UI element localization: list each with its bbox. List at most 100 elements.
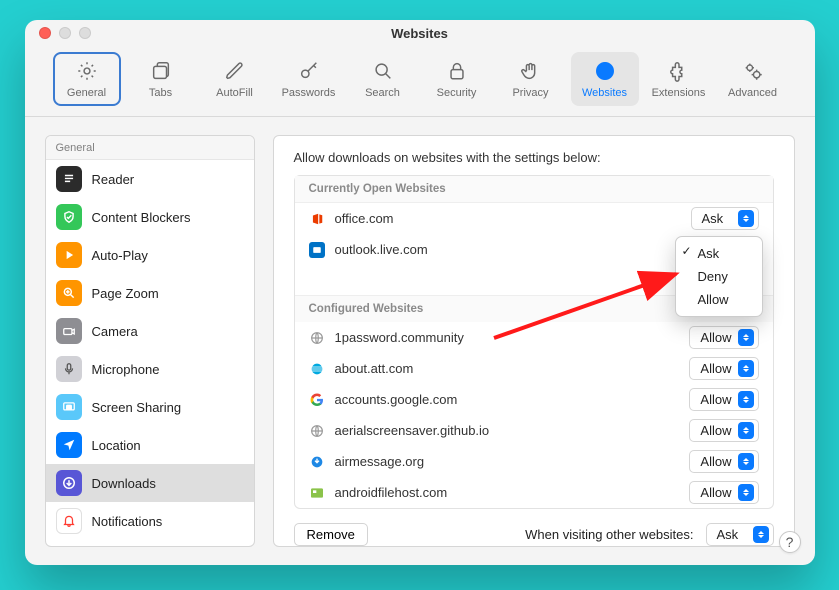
setting-select[interactable]: Ask	[691, 207, 759, 230]
chevrons-icon	[738, 360, 754, 377]
setting-value: Allow	[700, 330, 731, 345]
sidebar-item-reader[interactable]: Reader	[46, 160, 254, 198]
sidebar-item-notifications[interactable]: Notifications	[46, 502, 254, 540]
dropdown-option-ask[interactable]: Ask	[676, 242, 762, 265]
key-icon	[297, 59, 321, 83]
sidebar-item-label: Page Zoom	[92, 286, 159, 301]
help-label: ?	[786, 534, 794, 550]
default-setting-select[interactable]: Ask	[706, 523, 774, 546]
sidebar-item-label: Auto-Play	[92, 248, 148, 263]
setting-select[interactable]: Allow	[689, 388, 758, 411]
att-favicon-icon	[309, 361, 325, 377]
toolbar-label: Search	[365, 87, 400, 99]
setting-value: Allow	[700, 361, 731, 376]
bell-icon	[56, 508, 82, 534]
toolbar-advanced[interactable]: Advanced	[719, 52, 787, 106]
preferences-window: Websites General Tabs AutoFill	[25, 20, 815, 565]
tabs-icon	[149, 59, 173, 83]
main-panel: Allow downloads on websites with the set…	[273, 135, 795, 547]
website-row[interactable]: androidfilehost.com Allow	[295, 477, 773, 508]
sidebar-item-screen-sharing[interactable]: Screen Sharing	[46, 388, 254, 426]
website-domain: aerialscreensaver.github.io	[335, 423, 490, 438]
location-icon	[56, 432, 82, 458]
sidebar-item-location[interactable]: Location	[46, 426, 254, 464]
sidebar-item-label: Content Blockers	[92, 210, 191, 225]
website-row[interactable]: about.att.com Allow	[295, 353, 773, 384]
sidebar-item-downloads[interactable]: Downloads	[46, 464, 254, 502]
airmessage-favicon-icon	[309, 454, 325, 470]
sidebar-item-camera[interactable]: Camera	[46, 312, 254, 350]
gears-icon	[741, 59, 765, 83]
afh-favicon-icon	[309, 485, 325, 501]
toolbar-tabs[interactable]: Tabs	[127, 52, 195, 106]
setting-select[interactable]: Allow	[689, 357, 758, 380]
toolbar-extensions[interactable]: Extensions	[645, 52, 713, 106]
setting-select[interactable]: Allow	[689, 450, 758, 473]
footer-label: When visiting other websites:	[525, 527, 693, 542]
toolbar-autofill[interactable]: AutoFill	[201, 52, 269, 106]
sidebar-item-page-zoom[interactable]: Page Zoom	[46, 274, 254, 312]
setting-select[interactable]: Allow	[689, 481, 758, 504]
toolbar-search[interactable]: Search	[349, 52, 417, 106]
website-row[interactable]: aerialscreensaver.github.io Allow	[295, 415, 773, 446]
setting-select[interactable]: Allow	[689, 326, 758, 349]
generic-favicon-icon	[309, 423, 325, 439]
toolbar-label: Extensions	[652, 87, 706, 99]
toolbar-passwords[interactable]: Passwords	[275, 52, 343, 106]
website-row[interactable]: airmessage.org Allow	[295, 446, 773, 477]
outlook-favicon-icon	[309, 242, 325, 258]
toolbar-label: Tabs	[149, 87, 172, 99]
toolbar-security[interactable]: Security	[423, 52, 491, 106]
dropdown-option-allow[interactable]: Allow	[676, 288, 762, 311]
preferences-toolbar: General Tabs AutoFill Passwords	[25, 46, 815, 117]
pencil-icon	[223, 59, 247, 83]
search-icon	[371, 59, 395, 83]
footer-controls: Remove When visiting other websites: Ask	[294, 523, 774, 546]
setting-value: Ask	[702, 211, 724, 226]
generic-favicon-icon	[309, 330, 325, 346]
chevrons-icon	[738, 210, 754, 227]
setting-value: Allow	[700, 392, 731, 407]
sidebar-item-label: Camera	[92, 324, 138, 339]
website-row[interactable]: accounts.google.com Allow	[295, 384, 773, 415]
website-domain: androidfilehost.com	[335, 485, 448, 500]
setting-select[interactable]: Allow	[689, 419, 758, 442]
zoom-icon	[56, 280, 82, 306]
chevrons-icon	[738, 453, 754, 470]
open-websites-heading: Currently Open Websites	[295, 176, 773, 203]
website-row[interactable]: 1password.community Allow	[295, 322, 773, 353]
sidebar-heading: General	[46, 136, 254, 160]
toolbar-websites[interactable]: Websites	[571, 52, 639, 106]
google-favicon-icon	[309, 392, 325, 408]
setting-value: Allow	[700, 423, 731, 438]
microphone-icon	[56, 356, 82, 382]
website-row[interactable]: office.com Ask	[295, 203, 773, 234]
sidebar-item-label: Screen Sharing	[92, 400, 182, 415]
remove-button[interactable]: Remove	[294, 523, 368, 546]
website-domain: 1password.community	[335, 330, 464, 345]
dropdown-option-deny[interactable]: Deny	[676, 265, 762, 288]
lock-icon	[445, 59, 469, 83]
sidebar-item-content-blockers[interactable]: Content Blockers	[46, 198, 254, 236]
setting-value: Allow	[700, 454, 731, 469]
download-icon	[56, 470, 82, 496]
toolbar-general[interactable]: General	[53, 52, 121, 106]
toolbar-privacy[interactable]: Privacy	[497, 52, 565, 106]
shield-check-icon	[56, 204, 82, 230]
toolbar-label: Advanced	[728, 87, 777, 99]
reader-icon	[56, 166, 82, 192]
sidebar-item-label: Microphone	[92, 362, 160, 377]
titlebar: Websites	[25, 20, 815, 46]
toolbar-label: Websites	[582, 87, 627, 99]
website-domain: accounts.google.com	[335, 392, 458, 407]
sidebar-item-auto-play[interactable]: Auto-Play	[46, 236, 254, 274]
play-icon	[56, 242, 82, 268]
setting-value: Ask	[717, 527, 739, 542]
help-button[interactable]: ?	[779, 531, 801, 553]
camera-icon	[56, 318, 82, 344]
sidebar-item-microphone[interactable]: Microphone	[46, 350, 254, 388]
globe-icon	[593, 59, 617, 83]
window-body: General Reader Content Blockers Auto-Pla…	[25, 117, 815, 565]
chevrons-icon	[753, 526, 769, 543]
chevrons-icon	[738, 391, 754, 408]
